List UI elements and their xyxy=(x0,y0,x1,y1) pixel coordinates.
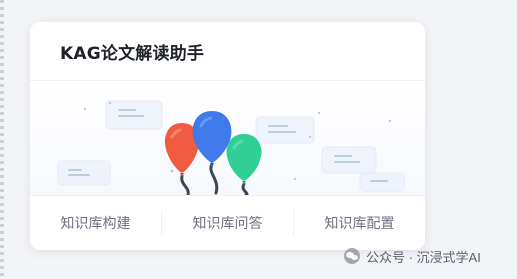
paper-2 xyxy=(57,160,111,186)
left-dashed-edge xyxy=(0,0,4,279)
string-blue xyxy=(209,162,219,195)
balloon-illustration xyxy=(30,81,425,197)
paper-1 xyxy=(105,100,163,130)
card-title: KAG论文解读助手 xyxy=(60,44,205,64)
balloon-blue xyxy=(192,111,232,167)
string-green xyxy=(241,182,249,197)
watermark-text: 公众号 · 沉浸式学AI xyxy=(366,249,481,265)
kb-config-button[interactable]: 知识库配置 xyxy=(294,196,425,250)
kb-build-button[interactable]: 知识库构建 xyxy=(30,196,161,250)
paper-3 xyxy=(255,111,321,144)
paper-4 xyxy=(321,146,377,174)
wechat-icon xyxy=(344,248,360,264)
paper-5 xyxy=(359,172,405,192)
string-red xyxy=(180,174,190,197)
kb-qa-button[interactable]: 知识库问答 xyxy=(162,196,293,250)
balloon-green xyxy=(226,134,262,185)
app-card[interactable]: KAG论文解读助手 知识库构建 知识库问答 知识库配置 xyxy=(30,22,425,250)
balloons-svg xyxy=(57,100,405,197)
card-footer-actions: 知识库构建 知识库问答 知识库配置 xyxy=(30,196,425,250)
wechat-watermark: 公众号 · 沉浸式学AI xyxy=(344,246,481,266)
